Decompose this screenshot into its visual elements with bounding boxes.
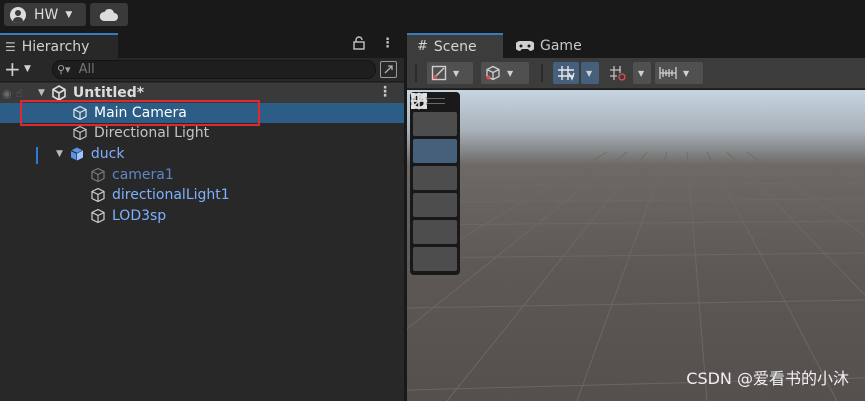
chevron-down-icon: ▼ (683, 68, 690, 78)
gameobject-cube-icon (91, 167, 105, 183)
rect-tool-button[interactable] (411, 93, 457, 244)
grid-snap-toggle[interactable] (553, 62, 579, 84)
rotate-tool-button[interactable] (411, 93, 457, 190)
list-icon: ☰ (5, 39, 16, 54)
scene-viewport[interactable]: CSDN @爱看书的小沐 (407, 90, 865, 401)
add-object-button[interactable]: + (4, 59, 21, 79)
ruler-dropdown[interactable]: ▼ (655, 62, 703, 84)
expand-triangle-icon[interactable]: ▼ (38, 88, 45, 98)
tab-game-label: Game (540, 37, 582, 54)
toolbar-separator (541, 64, 543, 82)
hierarchy-panel: ☰ Hierarchy ⋮ + ▼ ⚲▾ ◉ ☝ (0, 33, 404, 401)
chevron-down-icon: ▼ (453, 68, 460, 78)
search-options-button[interactable] (380, 61, 397, 78)
search-icon: ⚲▾ (57, 63, 71, 76)
cloud-icon (99, 8, 118, 21)
unity-scene-icon (52, 85, 66, 101)
tab-scene-label: Scene (433, 38, 477, 55)
prefab-override-marker (36, 147, 38, 164)
hierarchy-item-lod3sp[interactable]: LOD3sp (0, 206, 404, 226)
snap-increment-toggle[interactable] (605, 62, 631, 84)
scene-tabbar: # Scene Game (407, 33, 865, 58)
gamepad-icon (516, 40, 534, 51)
kebab-menu-icon[interactable]: ⋮ (381, 36, 394, 51)
cloud-button[interactable] (90, 3, 128, 26)
chevron-down-icon: ▼ (507, 68, 514, 78)
hierarchy-item-directionallight1[interactable]: directionalLight1 (0, 185, 404, 205)
render-mode-dropdown[interactable]: ▼ (481, 62, 529, 84)
transform-icon (411, 93, 427, 109)
chevron-down-icon: ▼ (586, 68, 593, 78)
gameobject-cube-icon (91, 208, 105, 224)
tool-palette (410, 92, 460, 275)
chevron-down-icon: ▼ (65, 9, 73, 20)
account-label: HW (34, 6, 59, 23)
item-label: directionalLight1 (112, 187, 230, 203)
scene-toolbar: ▼ ▼ ▼ ▼ ▼ (407, 58, 865, 89)
grid-snap-icon (558, 66, 575, 81)
hierarchy-item-directional-light[interactable]: Directional Light (0, 123, 404, 143)
top-toolbar: HW ▼ (0, 0, 865, 30)
scene-name: Untitled* (72, 85, 145, 101)
snap-options-dropdown[interactable]: ▼ (633, 62, 651, 84)
chevron-down-icon[interactable]: ▼ (24, 64, 31, 74)
ground-grid (407, 151, 865, 401)
expand-icon (384, 65, 393, 74)
hierarchy-tab-actions: ⋮ (353, 36, 394, 51)
toolbar-grip (415, 64, 417, 82)
gameobject-cube-icon (91, 187, 105, 203)
palette-grip[interactable] (425, 98, 445, 104)
hierarchy-toolbar: + ▼ ⚲▾ (0, 58, 404, 82)
highlight-box (20, 100, 260, 126)
watermark-text: CSDN @爱看书的小沐 (686, 369, 849, 388)
account-icon (10, 6, 26, 23)
cube-icon (486, 65, 500, 81)
hierarchy-item-camera1[interactable]: camera1 (0, 165, 404, 185)
hierarchy-tabbar: ☰ Hierarchy ⋮ (0, 33, 404, 58)
item-label: Directional Light (94, 125, 210, 141)
pick-icon[interactable]: ☝ (16, 87, 23, 100)
account-dropdown[interactable]: HW ▼ (4, 3, 86, 26)
item-label: duck (90, 146, 125, 162)
hierarchy-item-duck[interactable]: ▼ duck (0, 144, 404, 164)
grid-options-dropdown[interactable]: ▼ (581, 62, 599, 84)
shading-mode-icon (431, 65, 447, 81)
kebab-menu-icon[interactable]: ⋮ (378, 84, 392, 100)
tab-hierarchy-label: Hierarchy (21, 38, 90, 55)
search-input[interactable] (78, 62, 339, 77)
snap-increment-icon (610, 66, 626, 81)
gameobject-cube-icon (73, 125, 87, 141)
hierarchy-search[interactable]: ⚲▾ (52, 60, 376, 79)
move-tool-button[interactable] (410, 92, 457, 163)
hand-tool-button[interactable] (412, 93, 457, 136)
tab-hierarchy[interactable]: ☰ Hierarchy (0, 33, 118, 58)
scale-tool-button[interactable] (411, 93, 457, 217)
chevron-down-icon: ▼ (638, 68, 645, 78)
scene-panel: # Scene Game ▼ ▼ ▼ ▼ ▼ CSDN @爱看书的小沐 (407, 33, 865, 401)
eye-icon[interactable]: ◉ (2, 87, 12, 100)
grid-icon: # (417, 39, 428, 54)
item-label: LOD3sp (112, 208, 167, 224)
expand-triangle-icon[interactable]: ▼ (56, 149, 63, 159)
transform-tool-button[interactable] (411, 93, 457, 271)
prefab-cube-icon (70, 147, 84, 161)
item-label: camera1 (112, 167, 174, 183)
lock-icon[interactable] (353, 36, 365, 50)
tab-scene[interactable]: # Scene (407, 33, 503, 58)
ruler-icon (659, 67, 677, 79)
draw-mode-dropdown[interactable]: ▼ (427, 62, 473, 84)
tab-game[interactable]: Game (507, 33, 593, 58)
